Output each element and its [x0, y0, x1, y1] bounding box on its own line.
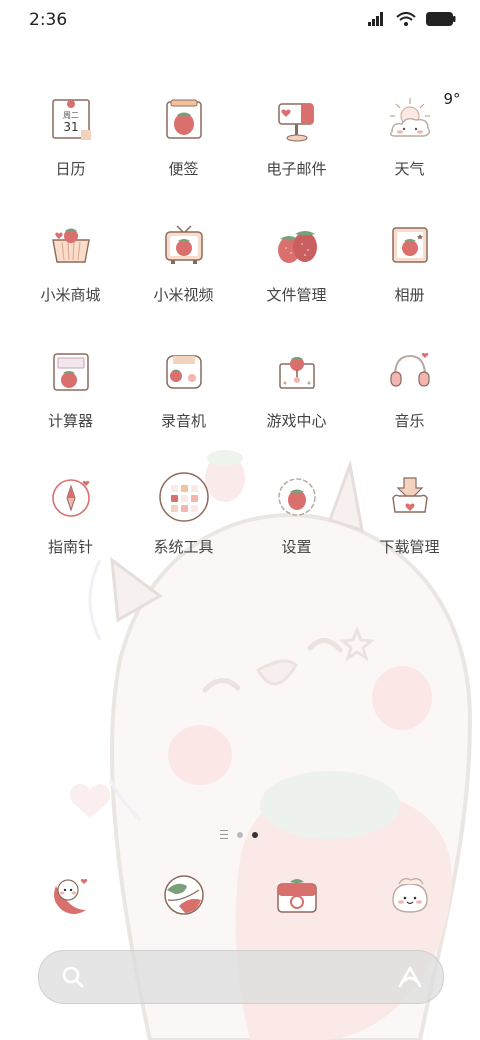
- minus-one-screen-icon: [220, 830, 228, 839]
- settings-icon: [262, 462, 332, 532]
- calculator-icon: [36, 336, 106, 406]
- status-bar: 2:36: [0, 0, 480, 44]
- app-label: 计算器: [47, 412, 93, 430]
- battery-icon: [426, 12, 456, 26]
- app-label: 天气: [394, 160, 425, 178]
- file-manager-icon: [262, 210, 332, 280]
- mi-store-icon: [36, 210, 106, 280]
- gallery-icon: [375, 210, 445, 280]
- app-label: 音乐: [394, 412, 425, 430]
- page-dot-active: [252, 831, 258, 838]
- app-system-tools-folder[interactable]: 系统工具: [127, 462, 240, 588]
- cellular-signal-icon: [368, 12, 383, 26]
- app-label: 文件管理: [266, 286, 327, 304]
- page-dot: [237, 831, 243, 838]
- app-game-center[interactable]: 游戏中心: [240, 336, 353, 462]
- phone-icon[interactable]: [36, 860, 106, 930]
- app-notes[interactable]: 便签: [127, 84, 240, 210]
- music-icon: [375, 336, 445, 406]
- dock: [14, 860, 466, 934]
- app-label: 设置: [281, 538, 312, 556]
- recorder-icon: [149, 336, 219, 406]
- app-label: 日历: [55, 160, 86, 178]
- weather-icon: 9°: [375, 84, 461, 154]
- weather-temperature: 9°: [443, 90, 461, 108]
- app-label: 游戏中心: [266, 412, 327, 430]
- calendar-icon: 周二 31: [36, 84, 106, 154]
- app-mi-video[interactable]: 小米视频: [127, 210, 240, 336]
- app-music[interactable]: 音乐: [353, 336, 466, 462]
- mi-video-icon: [149, 210, 219, 280]
- app-label: 便签: [168, 160, 199, 178]
- app-downloads[interactable]: 下载管理: [353, 462, 466, 588]
- email-icon: [262, 84, 332, 154]
- app-compass[interactable]: 指南针: [14, 462, 127, 588]
- game-center-icon: [262, 336, 332, 406]
- app-calendar[interactable]: 周二 31 日历: [14, 84, 127, 210]
- app-label: 系统工具: [153, 538, 214, 556]
- downloads-icon: [375, 462, 445, 532]
- app-gallery[interactable]: 相册: [353, 210, 466, 336]
- wifi-icon: [396, 12, 416, 26]
- app-label: 电子邮件: [266, 160, 327, 178]
- notes-icon: [149, 84, 219, 154]
- svg-text:31: 31: [63, 120, 78, 134]
- app-weather[interactable]: 9° 天气: [353, 84, 466, 210]
- app-recorder[interactable]: 录音机: [127, 336, 240, 462]
- search-icon: [62, 966, 84, 988]
- app-file-manager[interactable]: 文件管理: [240, 210, 353, 336]
- camera-icon[interactable]: [262, 860, 332, 930]
- browser-icon[interactable]: [149, 860, 219, 930]
- app-calculator[interactable]: 计算器: [14, 336, 127, 462]
- app-label: 录音机: [160, 412, 206, 430]
- page-indicator[interactable]: [220, 830, 258, 839]
- app-label: 下载管理: [379, 538, 440, 556]
- voice-assistant-icon[interactable]: [397, 965, 423, 989]
- app-label: 小米视频: [153, 286, 214, 304]
- app-email[interactable]: 电子邮件: [240, 84, 353, 210]
- app-mi-store[interactable]: 小米商城: [14, 210, 127, 336]
- svg-text:周二: 周二: [63, 111, 79, 120]
- compass-icon: [36, 462, 106, 532]
- app-settings[interactable]: 设置: [240, 462, 353, 588]
- app-label: 指南针: [47, 538, 93, 556]
- home-app-grid: 周二 31 日历 便签 电子邮件 9° 天气 小米商城 小米视频 文件管理 相册…: [14, 84, 466, 588]
- status-time: 2:36: [29, 10, 68, 30]
- messages-icon[interactable]: [375, 860, 445, 930]
- system-tools-folder-icon: [149, 462, 219, 532]
- search-bar[interactable]: [38, 950, 444, 1004]
- app-label: 相册: [394, 286, 425, 304]
- app-label: 小米商城: [40, 286, 101, 304]
